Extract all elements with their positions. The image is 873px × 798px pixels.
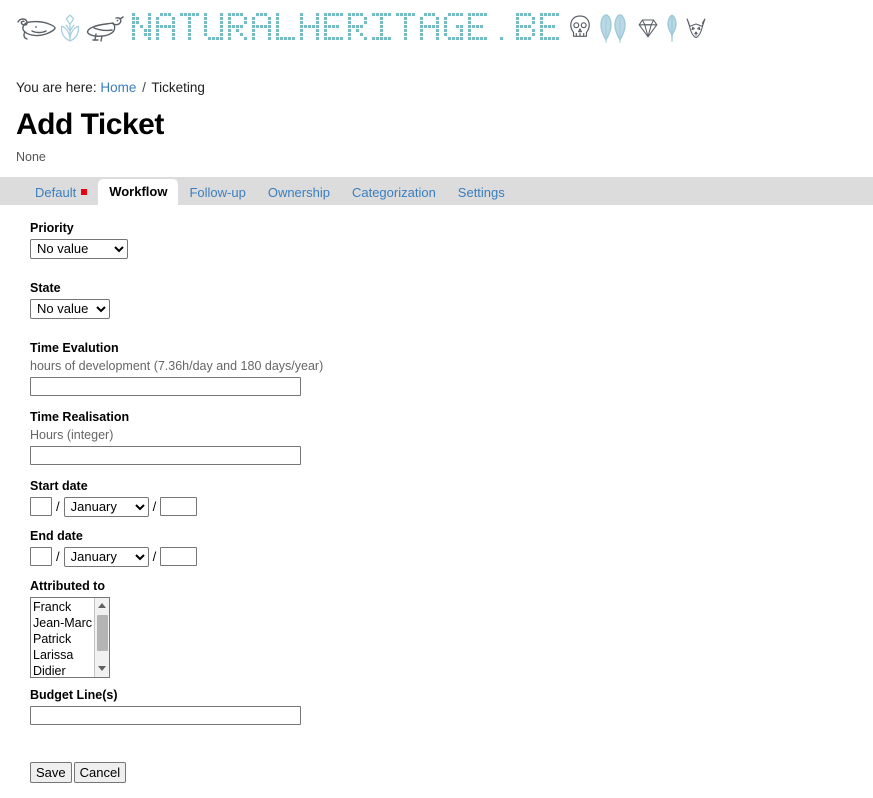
tab-ownership[interactable]: Ownership — [257, 181, 341, 205]
end-date-separator-1: / — [56, 549, 60, 564]
state-select[interactable]: No value — [30, 299, 110, 319]
ticket-form: Priority No value State No value Time Ev… — [0, 205, 873, 725]
breadcrumb-separator: / — [142, 80, 146, 95]
priority-select[interactable]: No value — [30, 239, 128, 259]
tab-workflow[interactable]: Workflow — [98, 179, 178, 205]
budget-lines-label: Budget Line(s) — [30, 688, 873, 702]
skull-icon — [568, 12, 592, 44]
site-name-char — [372, 13, 392, 44]
bird-icon — [82, 13, 126, 43]
tab-label: Follow-up — [189, 186, 245, 199]
list-item[interactable]: Patrick — [33, 631, 97, 647]
end-date-year-input[interactable] — [160, 547, 197, 566]
field-budget-lines: Budget Line(s) — [30, 688, 873, 725]
tab-label: Default — [35, 186, 76, 199]
list-item[interactable]: Franck — [33, 599, 97, 615]
end-date-month-select[interactable]: January — [64, 547, 149, 567]
site-name-char — [348, 13, 368, 44]
site-name-char — [420, 13, 440, 44]
end-date-day-input[interactable] — [30, 547, 52, 566]
listbox-scrollbar[interactable] — [94, 598, 109, 677]
site-name-char — [156, 13, 176, 44]
breadcrumb-prefix: You are here: — [16, 80, 97, 95]
scroll-up-arrow-icon[interactable] — [95, 599, 109, 613]
time-evaluation-input[interactable] — [30, 377, 301, 396]
site-name-char — [444, 13, 464, 44]
field-priority: Priority No value — [30, 221, 873, 259]
site-name-char — [396, 13, 416, 44]
start-date-row: / January / — [30, 497, 873, 517]
site-name-char — [204, 13, 224, 44]
scroll-down-arrow-icon[interactable] — [95, 662, 109, 676]
tab-label: Workflow — [109, 185, 167, 198]
start-date-year-input[interactable] — [160, 497, 197, 516]
start-date-day-input[interactable] — [30, 497, 52, 516]
site-name-char — [540, 13, 560, 44]
breadcrumb-link-home[interactable]: Home — [100, 80, 136, 95]
feathers-icon — [592, 11, 636, 45]
start-date-separator-1: / — [56, 499, 60, 514]
tab-follow-up[interactable]: Follow-up — [178, 181, 256, 205]
field-time-evaluation: Time Evalution hours of development (7.3… — [30, 341, 873, 396]
site-name-char — [492, 13, 512, 44]
site-name-char — [516, 13, 536, 44]
site-name-char — [300, 13, 320, 44]
start-date-label: Start date — [30, 479, 873, 493]
diamond-icon — [636, 13, 660, 43]
tab-default[interactable]: Default — [24, 181, 98, 205]
field-state: State No value — [30, 281, 873, 319]
breadcrumb: You are here: Home / Ticketing — [16, 80, 873, 95]
save-button[interactable]: Save — [30, 762, 72, 783]
time-realisation-input[interactable] — [30, 446, 301, 465]
tab-label: Ownership — [268, 186, 330, 199]
site-logo-banner — [0, 0, 873, 56]
tab-settings[interactable]: Settings — [447, 181, 516, 205]
field-start-date: Start date / January / — [30, 479, 873, 517]
field-end-date: End date / January / — [30, 529, 873, 567]
site-name-char — [252, 13, 272, 44]
list-item[interactable]: Jean-Marc — [33, 615, 97, 631]
time-realisation-label: Time Realisation — [30, 410, 873, 424]
tab-bar: Default Workflow Follow-up Ownership Categor… — [0, 177, 873, 205]
attributed-to-options[interactable]: FranckJean-MarcPatrickLarissaDidier — [31, 598, 97, 678]
attributed-to-label: Attributed to — [30, 579, 873, 593]
budget-lines-input[interactable] — [30, 706, 301, 725]
site-name-char — [228, 13, 248, 44]
breadcrumb-current: Ticketing — [151, 80, 205, 95]
plant-icon — [58, 12, 82, 44]
time-evaluation-help: hours of development (7.36h/day and 180 … — [30, 359, 873, 373]
site-name-char — [276, 13, 296, 44]
end-date-row: / January / — [30, 547, 873, 567]
field-time-realisation: Time Realisation Hours (integer) — [30, 410, 873, 465]
end-date-label: End date — [30, 529, 873, 543]
field-attributed-to: Attributed to FranckJean-MarcPatrickLari… — [30, 579, 873, 678]
leaf-icon — [660, 12, 684, 44]
time-realisation-help: Hours (integer) — [30, 428, 873, 442]
site-name-char — [324, 13, 344, 44]
fox-icon — [684, 13, 708, 43]
page-subtitle: None — [16, 150, 873, 164]
list-item[interactable]: Didier — [33, 663, 97, 678]
cancel-button[interactable]: Cancel — [74, 762, 126, 783]
priority-label: Priority — [30, 221, 873, 235]
list-item[interactable]: Larissa — [33, 647, 97, 663]
page-title: Add Ticket — [16, 109, 873, 141]
end-date-separator-2: / — [153, 549, 157, 564]
tab-label: Categorization — [352, 186, 436, 199]
form-actions: Save Cancel — [30, 762, 873, 783]
site-name-char — [132, 13, 152, 44]
site-name-char — [468, 13, 488, 44]
required-marker-icon — [81, 189, 87, 195]
scroll-thumb[interactable] — [97, 615, 108, 651]
start-date-month-select[interactable]: January — [64, 497, 149, 517]
tab-label: Settings — [458, 186, 505, 199]
site-name-dotmatrix — [132, 13, 564, 44]
whale-icon — [14, 13, 58, 43]
tab-categorization[interactable]: Categorization — [341, 181, 447, 205]
attributed-to-listbox[interactable]: FranckJean-MarcPatrickLarissaDidier — [30, 597, 110, 678]
state-label: State — [30, 281, 873, 295]
site-name-char — [180, 13, 200, 44]
time-evaluation-label: Time Evalution — [30, 341, 873, 355]
start-date-separator-2: / — [153, 499, 157, 514]
